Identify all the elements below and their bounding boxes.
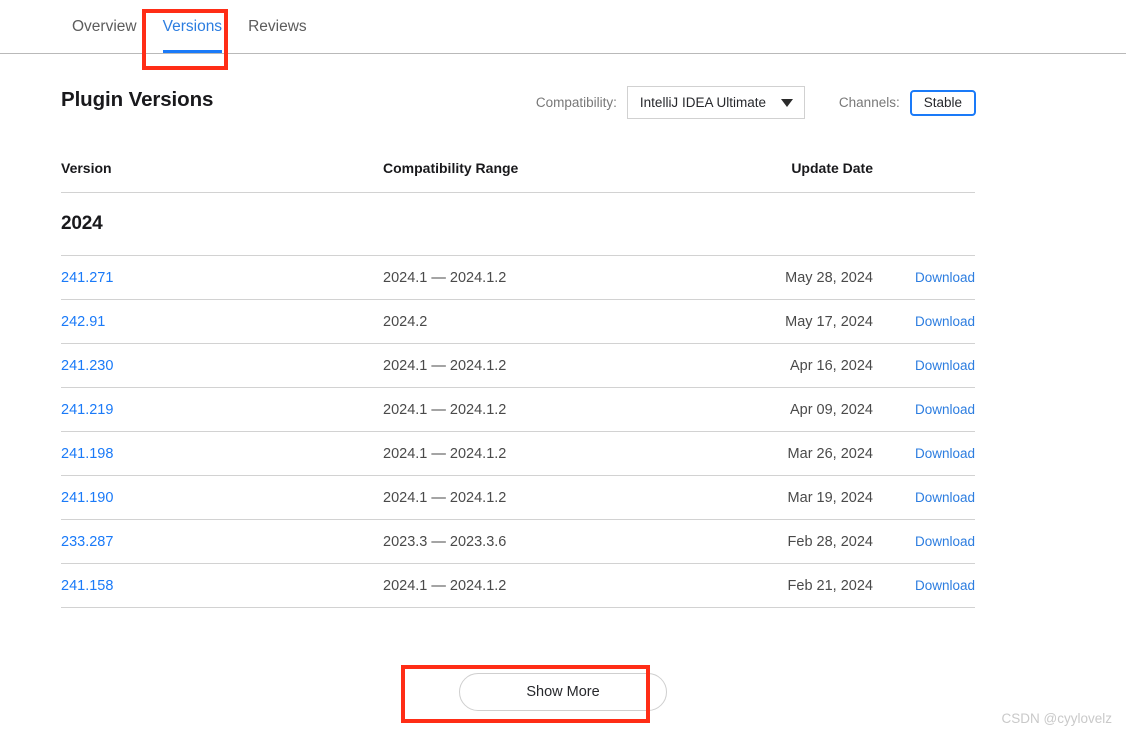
version-link[interactable]: 241.198 — [61, 446, 113, 462]
tab-reviews[interactable]: Reviews — [235, 0, 320, 53]
cell-update-date: Feb 21, 2024 — [787, 577, 873, 594]
compatibility-select-value: IntelliJ IDEA Ultimate — [639, 95, 766, 110]
cell-compatibility-range: 2024.1 — 2024.1.2 — [383, 269, 507, 286]
tab-overview[interactable]: Overview — [59, 0, 150, 53]
show-more-button[interactable]: Show More — [459, 673, 667, 711]
table-row: 241.190 2024.1 — 2024.1.2 Mar 19, 2024 D… — [61, 476, 975, 520]
table-row: 233.287 2023.3 — 2023.3.6 Feb 28, 2024 D… — [61, 520, 975, 564]
cell-update-date: Apr 09, 2024 — [789, 401, 873, 418]
download-link[interactable]: Download — [915, 578, 975, 593]
tab-list: Overview Versions Reviews — [59, 0, 320, 53]
active-tab-indicator — [162, 50, 223, 53]
tab-bar: Overview Versions Reviews — [0, 0, 1126, 54]
download-link[interactable]: Download — [915, 358, 975, 373]
table-group-label: 2024 — [61, 213, 103, 234]
cell-compatibility-range: 2024.1 — 2024.1.2 — [383, 401, 507, 418]
cell-update-date: May 28, 2024 — [785, 269, 873, 286]
tab-reviews-label: Reviews — [248, 17, 307, 35]
table-row: 241.271 2024.1 — 2024.1.2 May 28, 2024 D… — [61, 256, 975, 300]
table-group-row-2024: 2024 — [61, 193, 975, 256]
tab-versions-label: Versions — [162, 17, 223, 35]
watermark: CSDN @cyylovelz — [1001, 711, 1112, 726]
version-link[interactable]: 241.158 — [61, 578, 113, 594]
cell-update-date: Mar 19, 2024 — [787, 489, 873, 506]
download-link[interactable]: Download — [915, 490, 975, 505]
channel-stable-button[interactable]: Stable — [909, 89, 976, 116]
table-row: 242.91 2024.2 May 17, 2024 Download — [61, 300, 975, 344]
cell-compatibility-range: 2024.1 — 2024.1.2 — [383, 577, 507, 594]
column-header-version: Version — [61, 160, 112, 176]
chevron-down-icon — [780, 98, 793, 107]
tab-overview-label: Overview — [72, 17, 137, 35]
versions-table: Version Compatibility Range Update Date … — [61, 160, 975, 608]
cell-compatibility-range: 2024.1 — 2024.1.2 — [383, 445, 507, 462]
cell-update-date: Apr 16, 2024 — [789, 357, 873, 374]
table-row: 241.158 2024.1 — 2024.1.2 Feb 21, 2024 D… — [61, 564, 975, 608]
download-link[interactable]: Download — [915, 534, 975, 549]
download-link[interactable]: Download — [915, 446, 975, 461]
version-link[interactable]: 241.271 — [61, 270, 113, 286]
cell-compatibility-range: 2023.3 — 2023.3.6 — [383, 533, 507, 550]
cell-compatibility-range: 2024.1 — 2024.1.2 — [383, 357, 507, 374]
channel-stable-label: Stable — [923, 95, 962, 110]
table-header-row: Version Compatibility Range Update Date — [61, 160, 975, 193]
show-more-container: Show More — [0, 673, 1126, 711]
version-link[interactable]: 233.287 — [61, 534, 113, 550]
filter-controls: Compatibility: IntelliJ IDEA Ultimate Ch… — [536, 86, 976, 119]
version-link[interactable]: 241.190 — [61, 490, 113, 506]
cell-update-date: Feb 28, 2024 — [787, 533, 873, 550]
cell-compatibility-range: 2024.2 — [383, 313, 428, 330]
download-link[interactable]: Download — [915, 270, 975, 285]
download-link[interactable]: Download — [915, 402, 975, 417]
column-header-update-date: Update Date — [791, 160, 873, 176]
compatibility-label: Compatibility: — [535, 95, 617, 110]
cell-update-date: Mar 26, 2024 — [787, 445, 873, 462]
column-header-compatibility-range: Compatibility Range — [383, 160, 519, 176]
table-row: 241.219 2024.1 — 2024.1.2 Apr 09, 2024 D… — [61, 388, 975, 432]
table-row: 241.230 2024.1 — 2024.1.2 Apr 16, 2024 D… — [61, 344, 975, 388]
compatibility-select[interactable]: IntelliJ IDEA Ultimate — [626, 86, 805, 119]
tab-versions[interactable]: Versions — [150, 0, 235, 53]
channels-label: Channels: — [838, 95, 900, 110]
cell-compatibility-range: 2024.1 — 2024.1.2 — [383, 489, 507, 506]
version-link[interactable]: 241.230 — [61, 358, 113, 374]
version-link[interactable]: 242.91 — [61, 314, 105, 330]
show-more-label: Show More — [526, 684, 600, 700]
download-link[interactable]: Download — [915, 314, 975, 329]
table-row: 241.198 2024.1 — 2024.1.2 Mar 26, 2024 D… — [61, 432, 975, 476]
version-link[interactable]: 241.219 — [61, 402, 113, 418]
cell-update-date: May 17, 2024 — [785, 313, 873, 330]
page-title: Plugin Versions — [61, 88, 214, 111]
